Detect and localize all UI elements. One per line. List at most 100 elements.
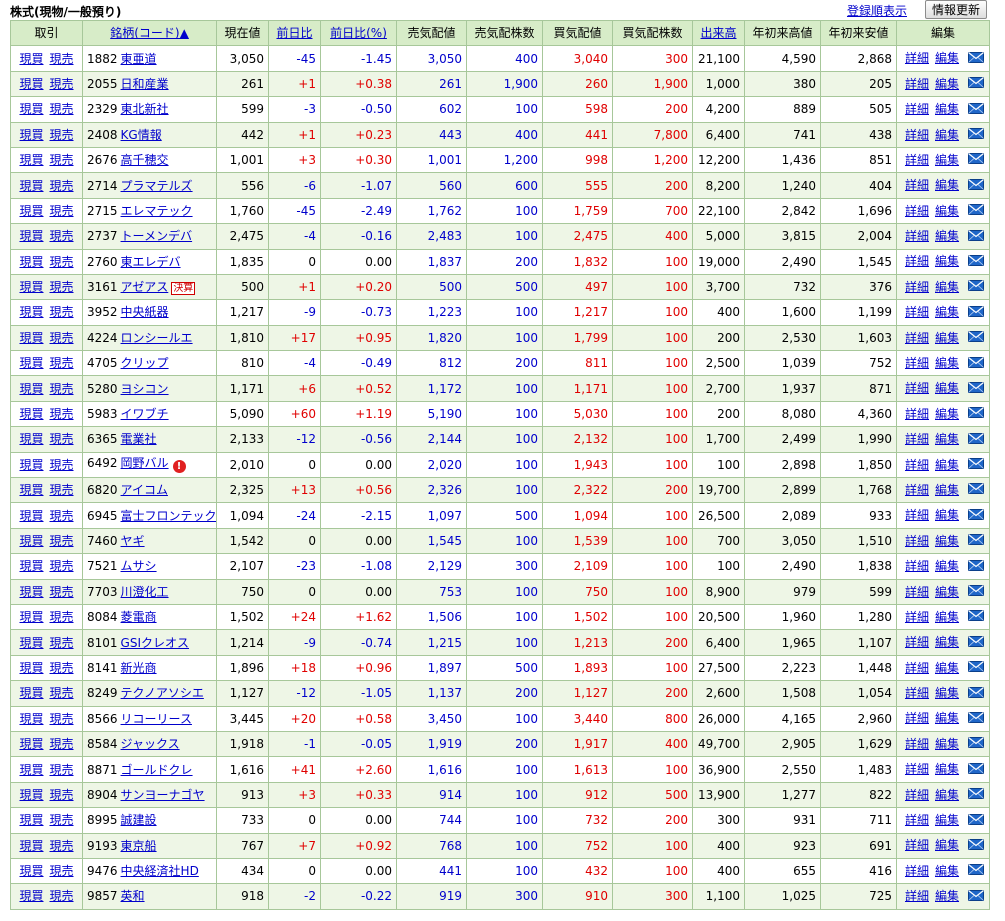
edit-link[interactable]: 編集: [935, 585, 959, 599]
mail-icon[interactable]: [968, 889, 985, 904]
edit-link[interactable]: 編集: [935, 711, 959, 725]
buy-link[interactable]: 現買: [19, 356, 43, 370]
edit-link[interactable]: 編集: [935, 229, 959, 243]
edit-link[interactable]: 編集: [935, 559, 959, 573]
stock-name-link[interactable]: プラマテルズ: [121, 179, 193, 193]
stock-name-link[interactable]: KG情報: [121, 128, 162, 142]
buy-link[interactable]: 現買: [19, 534, 43, 548]
detail-link[interactable]: 詳細: [905, 813, 929, 827]
sell-link[interactable]: 現売: [50, 382, 74, 396]
buy-link[interactable]: 現買: [19, 889, 43, 903]
sell-link[interactable]: 現売: [50, 712, 74, 726]
buy-link[interactable]: 現買: [19, 458, 43, 472]
edit-link[interactable]: 編集: [935, 331, 959, 345]
col-header-change-pct[interactable]: 前日比(%): [320, 19, 397, 47]
edit-link[interactable]: 編集: [935, 381, 959, 395]
edit-link[interactable]: 編集: [935, 305, 959, 319]
stock-name-link[interactable]: 英和: [121, 889, 145, 903]
detail-link[interactable]: 詳細: [905, 610, 929, 624]
detail-link[interactable]: 詳細: [905, 534, 929, 548]
mail-icon[interactable]: [968, 305, 985, 320]
buy-link[interactable]: 現買: [19, 559, 43, 573]
edit-link[interactable]: 編集: [935, 51, 959, 65]
stock-name-link[interactable]: 菱電商: [121, 610, 157, 624]
edit-link[interactable]: 編集: [935, 635, 959, 649]
detail-link[interactable]: 詳細: [905, 77, 929, 91]
sell-link[interactable]: 現売: [50, 458, 74, 472]
edit-link[interactable]: 編集: [935, 534, 959, 548]
stock-name-link[interactable]: 川澄化工: [121, 585, 169, 599]
mail-icon[interactable]: [968, 51, 985, 66]
mail-icon[interactable]: [968, 610, 985, 624]
edit-link[interactable]: 編集: [935, 432, 959, 446]
buy-link[interactable]: 現買: [19, 712, 43, 726]
sell-link[interactable]: 現売: [50, 432, 74, 446]
col-header-change[interactable]: 前日比: [268, 19, 321, 47]
buy-link[interactable]: 現買: [19, 585, 43, 599]
edit-link[interactable]: 編集: [935, 178, 959, 192]
mail-icon[interactable]: [968, 711, 985, 726]
edit-link[interactable]: 編集: [935, 661, 959, 675]
mail-icon[interactable]: [968, 788, 985, 802]
detail-link[interactable]: 詳細: [905, 51, 929, 65]
buy-link[interactable]: 現買: [19, 229, 43, 243]
mail-icon[interactable]: [968, 407, 985, 421]
buy-link[interactable]: 現買: [19, 636, 43, 650]
stock-name-link[interactable]: ムサシ: [121, 559, 157, 573]
mail-icon[interactable]: [968, 686, 985, 701]
detail-link[interactable]: 詳細: [905, 305, 929, 319]
stock-name-link[interactable]: 高千穂交: [121, 153, 169, 167]
stock-name-link[interactable]: 誠建設: [121, 813, 157, 827]
stock-name-link[interactable]: アイコム: [121, 483, 168, 497]
edit-link[interactable]: 編集: [935, 864, 959, 878]
detail-link[interactable]: 詳細: [905, 585, 929, 599]
detail-link[interactable]: 詳細: [905, 661, 929, 675]
sell-link[interactable]: 現売: [50, 839, 74, 853]
buy-link[interactable]: 現買: [19, 179, 43, 193]
mail-icon[interactable]: [968, 838, 985, 853]
detail-link[interactable]: 詳細: [905, 407, 929, 421]
buy-link[interactable]: 現買: [19, 128, 43, 142]
edit-link[interactable]: 編集: [935, 77, 959, 91]
stock-name-link[interactable]: サンヨーナゴヤ: [121, 788, 205, 802]
buy-link[interactable]: 現買: [19, 509, 43, 523]
buy-link[interactable]: 現買: [19, 280, 43, 294]
detail-link[interactable]: 詳細: [905, 559, 929, 573]
edit-link[interactable]: 編集: [935, 762, 959, 776]
sell-link[interactable]: 現売: [50, 534, 74, 548]
edit-link[interactable]: 編集: [935, 686, 959, 700]
buy-link[interactable]: 現買: [19, 407, 43, 421]
stock-name-link[interactable]: 東北新社: [121, 102, 169, 116]
stock-name-link[interactable]: エレマテック: [121, 204, 193, 218]
sell-link[interactable]: 現売: [50, 356, 74, 370]
edit-link[interactable]: 編集: [935, 483, 959, 497]
detail-link[interactable]: 詳細: [905, 229, 929, 243]
mail-icon[interactable]: [968, 762, 985, 777]
sell-link[interactable]: 現売: [50, 737, 74, 751]
buy-link[interactable]: 現買: [19, 255, 43, 269]
stock-name-link[interactable]: ジャックス: [121, 737, 180, 751]
detail-link[interactable]: 詳細: [905, 737, 929, 751]
detail-link[interactable]: 詳細: [905, 711, 929, 725]
buy-link[interactable]: 現買: [19, 305, 43, 319]
sell-link[interactable]: 現売: [50, 102, 74, 116]
stock-name-link[interactable]: テクノアソシエ: [121, 686, 204, 700]
sell-link[interactable]: 現売: [50, 661, 74, 675]
sell-link[interactable]: 現売: [50, 636, 74, 650]
sell-link[interactable]: 現売: [50, 788, 74, 802]
col-header-volume[interactable]: 出来高: [692, 19, 745, 47]
mail-icon[interactable]: [968, 635, 985, 650]
edit-link[interactable]: 編集: [935, 407, 959, 421]
stock-name-link[interactable]: ゴールドクレ: [121, 763, 193, 777]
sell-link[interactable]: 現売: [50, 509, 74, 523]
mail-icon[interactable]: [968, 534, 985, 548]
detail-link[interactable]: 詳細: [905, 838, 929, 852]
buy-link[interactable]: 現買: [19, 483, 43, 497]
detail-link[interactable]: 詳細: [905, 331, 929, 345]
buy-link[interactable]: 現買: [19, 737, 43, 751]
edit-link[interactable]: 編集: [935, 102, 959, 116]
edit-link[interactable]: 編集: [935, 128, 959, 142]
stock-name-link[interactable]: 日和産業: [121, 77, 169, 91]
stock-name-link[interactable]: イワブチ: [121, 407, 169, 421]
stock-name-link[interactable]: ロンシールエ: [121, 331, 193, 345]
